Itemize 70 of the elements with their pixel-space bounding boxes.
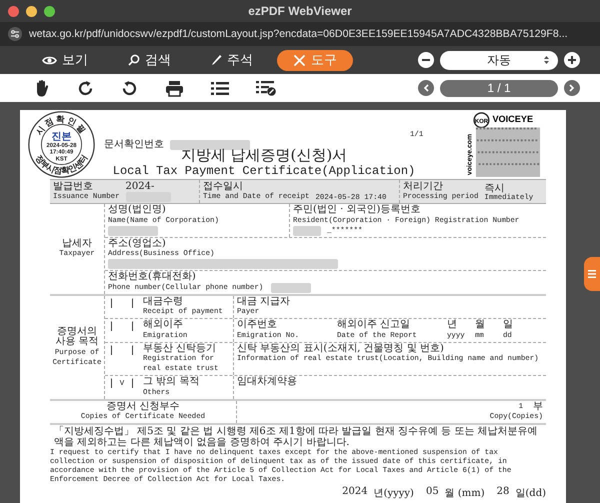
field-label: 성명(법인명) [108,205,167,216]
zoom-select[interactable]: 자동 [440,50,558,70]
document-number-label: 문서확인번호 [104,140,164,150]
rotate-clockwise-icon[interactable] [77,80,94,96]
field-label: 증명서 신청부수 [105,402,181,412]
zoom-out-button[interactable] [418,52,434,68]
pen-icon [211,54,222,66]
chevron-left-icon [423,84,429,92]
field-label: 접수일시 [203,182,244,192]
field-label: 월 [475,320,486,330]
option-label: 해외이주 [143,320,184,330]
field-label: 주소(영업소) [108,238,167,249]
rotate-counterclockwise-icon[interactable] [121,80,138,96]
field-label: 신탁 부동산의 표시(소재지, 건물명칭 및 번호) [237,344,445,354]
section-label: 납세자 [61,238,93,249]
printer-icon[interactable] [165,80,184,96]
field-label: 임대차계약용 [237,377,298,388]
date-value: 28 [496,486,510,499]
next-page-button[interactable] [564,80,580,96]
plus-icon [568,56,576,64]
hand-icon[interactable] [34,79,50,97]
field-label: 년 [447,320,458,330]
field-label: 발급번호 [53,182,94,192]
search-icon [128,54,140,66]
statement-text: 「지방세징수법」 제5조 및 같은 법 시행령 제6조 제1항에 따라 발급일 현재 징수유예 등 또는 체납처분유예액을 제외하고는 다른 체납액이 없음을 증명하여 주시기 바랍니다. [54,426,539,448]
list-settings-icon[interactable] [256,80,276,96]
menu-icon [588,270,596,278]
unit-label: 부 [533,402,543,412]
date-unit: 년(yyyy) [374,487,414,500]
section-label: 증명서의 사용 목적 [55,326,99,348]
maximize-window-button[interactable] [44,6,55,16]
eye-icon [42,54,57,66]
field-label: 주민(법인 · 외국인)등록번호 [293,205,422,216]
minimize-window-button[interactable] [26,6,37,16]
field-label: 처리기간 [403,182,444,192]
redacted-block [108,226,158,236]
close-window-button[interactable] [8,6,19,16]
field-label: 일 [503,320,514,330]
field-label: 이주번호 [237,320,278,330]
redacted-block [271,282,312,292]
field-value: 즉시 [484,183,504,194]
option-label: 부동산 신탁등기 [143,344,218,354]
site-settings-icon[interactable] [8,27,22,41]
side-panel-tab[interactable] [584,257,600,291]
previous-page-button[interactable] [418,80,434,96]
zoom-in-button[interactable] [564,52,580,68]
date-value: 05 [426,486,439,499]
date-unit: 월 (mm) [444,487,485,500]
url-text: wetax.go.kr/pdf/unidocswv/ezpdf1/customLayout.jsp?encdata=06D0E3EE159EE15945A7ADC4328BBA75129F8... [29,28,568,40]
date-unit: 일(dd) [515,487,546,500]
field-label: 대금 지급자 [237,296,292,307]
field-value: 2024- [126,181,154,192]
document-title: 지방세 납세증명(신청)서 [180,147,348,164]
redacted-block [126,192,171,202]
document-title: Local Tax Payment Certificate(Application) [112,164,416,178]
redacted-block [293,226,321,236]
caret-icon [544,56,549,64]
option-label: 그 밖의 목적 [143,377,200,388]
list-icon[interactable] [211,80,229,96]
chevron-right-icon [569,84,575,92]
toolbar-tab[interactable]: 보기 [26,50,104,70]
page-indicator: 1 / 1 [440,80,558,96]
field-label: 전화번호(휴대전화) [108,272,197,282]
option-label: 대금수령 [143,296,184,307]
date-value: 2024 [342,486,368,499]
field-label: 해외이주 신고일 [337,320,412,330]
toolbar-tab[interactable]: 주석 [195,50,269,70]
minus-icon [422,59,430,61]
toolbar-tab[interactable]: 검색 [112,50,187,70]
window-title: ezPDF WebViewer [248,4,352,18]
